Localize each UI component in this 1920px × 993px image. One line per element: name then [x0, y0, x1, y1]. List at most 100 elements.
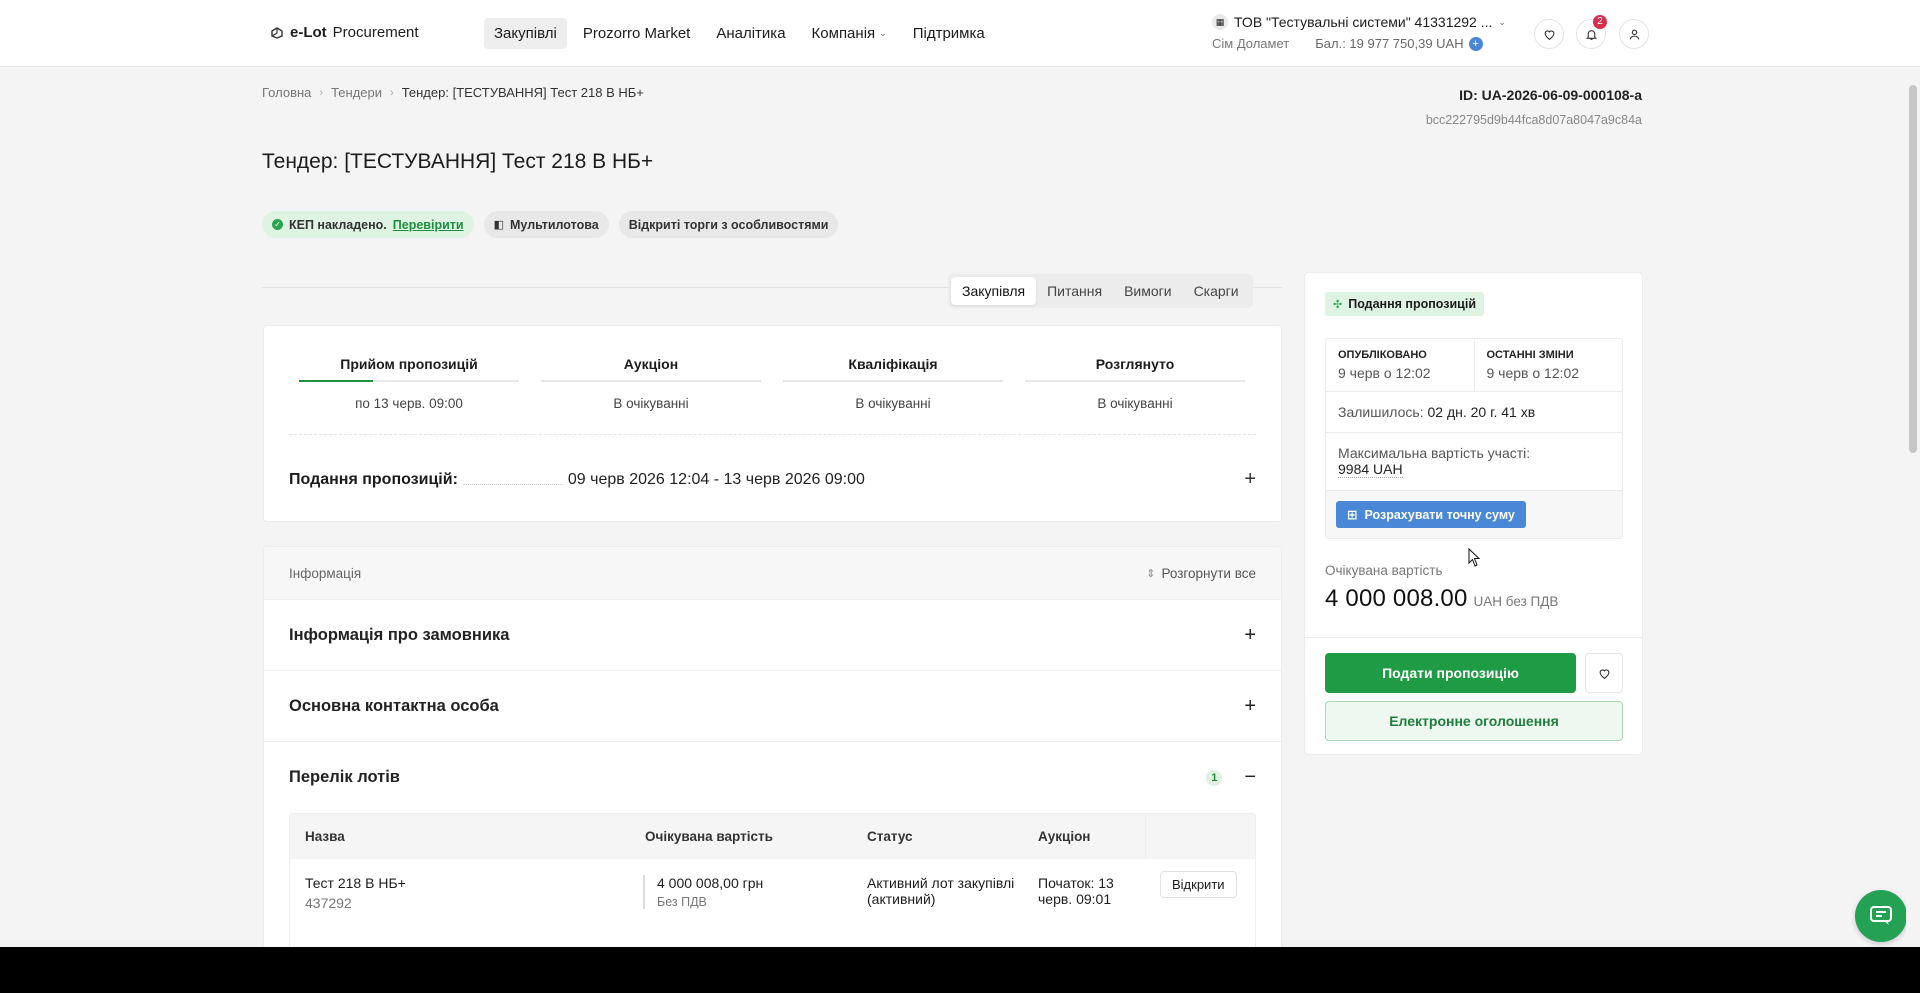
- kep-label: КЕП накладено.: [289, 217, 387, 232]
- kep-verify-link[interactable]: Перевірити: [393, 218, 464, 232]
- logo-rest: Procurement: [332, 24, 419, 41]
- tender-sidebar: ✣ Подання пропозицій ОПУБЛІКОВАНО 9 черв…: [1304, 272, 1643, 755]
- stage-auction: Аукціон В очікуванні: [541, 346, 761, 411]
- mouse-cursor-icon: [1468, 548, 1481, 567]
- accordion-title: Основна контактна особа: [289, 696, 499, 715]
- calculate-sum-label: Розрахувати точну суму: [1364, 507, 1515, 522]
- breadcrumb-home[interactable]: Головна: [262, 85, 311, 100]
- accordion-lots[interactable]: Перелік лотів 1 −: [264, 742, 1281, 813]
- chevron-down-icon: ⌄: [1498, 16, 1506, 27]
- column-header-actions: [1145, 814, 1255, 859]
- tab-procurement[interactable]: Закупівля: [951, 277, 1037, 305]
- expected-value: 4 000 008.00 UAH без ПДВ: [1325, 585, 1558, 613]
- scrollbar[interactable]: [1906, 67, 1920, 947]
- stage-sub: В очікуванні: [1097, 396, 1173, 411]
- stage-title: Кваліфікація: [783, 346, 1003, 382]
- remaining-label: Залишилось:: [1338, 404, 1424, 420]
- procedure-tag: Відкриті торги з особливостями: [618, 211, 839, 238]
- building-icon: ▦: [1212, 14, 1228, 30]
- table-header-row: Назва Очікувана вартість Статус Аукціон: [290, 814, 1255, 859]
- tab-requirements[interactable]: Вимоги: [1113, 277, 1183, 305]
- accordion-customer[interactable]: Інформація про замовника +: [264, 600, 1281, 671]
- nav-support[interactable]: Підтримка: [903, 18, 995, 49]
- changed-label: ОСТАННІ ЗМІНИ: [1486, 349, 1574, 361]
- tender-hash[interactable]: bcc222795d9b44fca8d07a8047a9c84a: [1426, 113, 1642, 127]
- tab-questions[interactable]: Питання: [1036, 277, 1113, 305]
- main-nav: Закупівлі Prozorro Market Аналітика Комп…: [484, 18, 995, 49]
- divider: [289, 434, 1256, 435]
- minus-icon: −: [1244, 766, 1256, 788]
- chevron-right-icon: ›: [390, 86, 394, 99]
- chevron-down-icon: ⌄: [879, 28, 887, 38]
- status-label: Подання пропозицій: [1348, 297, 1477, 311]
- e-notice-button[interactable]: Електронне оголошення: [1325, 701, 1623, 741]
- plus-icon: +: [1244, 623, 1256, 646]
- tab-complaints[interactable]: Скарги: [1183, 277, 1250, 305]
- accordion-contact[interactable]: Основна контактна особа +: [264, 671, 1281, 742]
- breadcrumb-tenders[interactable]: Тендери: [331, 85, 382, 100]
- profile-button[interactable]: [1619, 19, 1649, 49]
- lot-price: 4 000 008,00 грн: [657, 875, 764, 891]
- bell-icon: [1585, 29, 1597, 40]
- stage-sub: В очікуванні: [855, 396, 931, 411]
- changed-info: ОСТАННІ ЗМІНИ 9 черв о 12:02: [1473, 339, 1623, 391]
- breadcrumb-current: Тендер: [ТЕСТУВАННЯ] Тест 218 В НБ+: [401, 85, 644, 100]
- column-header: Статус: [867, 829, 913, 844]
- published-label: ОПУБЛІКОВАНО: [1338, 349, 1427, 361]
- favorites-button[interactable]: [1534, 19, 1564, 49]
- app-logo[interactable]: e-Lot Procurement: [270, 24, 419, 41]
- tender-id[interactable]: ID: UA-2026-06-09-000108-a: [1426, 87, 1642, 103]
- expected-amount: 4 000 008.00: [1325, 585, 1468, 612]
- expand-all-label: Розгорнути все: [1161, 565, 1256, 581]
- tender-meta: ОПУБЛІКОВАНО 9 черв о 12:02 ОСТАННІ ЗМІН…: [1325, 338, 1623, 539]
- plus-icon[interactable]: +: [1244, 468, 1256, 491]
- stage-reviewed: Розглянуто В очікуванні: [1025, 346, 1245, 411]
- dotted-leader: [462, 475, 563, 485]
- chat-icon: [1870, 906, 1892, 925]
- multilot-tag: ◧ Мультилотова: [483, 211, 609, 238]
- plus-icon: +: [1244, 694, 1256, 717]
- tender-tags: ✓ КЕП накладено. Перевірити ◧ Мультилото…: [262, 211, 839, 238]
- user-name: Сім Доламет: [1212, 36, 1290, 51]
- nav-prozorro-market[interactable]: Prozorro Market: [573, 18, 701, 49]
- lot-code: 437292: [305, 895, 352, 911]
- nav-analytics[interactable]: Аналітика: [706, 18, 795, 49]
- expected-currency: UAH без ПДВ: [1473, 594, 1559, 609]
- expand-all-button[interactable]: ⇕ Розгорнути все: [1146, 566, 1256, 581]
- notifications-button[interactable]: 2: [1576, 15, 1607, 49]
- chat-button[interactable]: [1855, 890, 1907, 942]
- max-cost-value: 9984 UAH: [1338, 461, 1403, 478]
- open-lot-button[interactable]: Відкрити: [1160, 871, 1237, 898]
- stage-title: Прийом пропозицій: [299, 346, 519, 382]
- top-header: e-Lot Procurement Закупівлі Prozorro Mar…: [0, 0, 1920, 67]
- expected-value-label: Очікувана вартість: [1325, 563, 1443, 578]
- changed-value: 9 черв о 12:02: [1486, 365, 1580, 381]
- expand-icon: ⇕: [1146, 567, 1156, 580]
- stage-title: Аукціон: [541, 346, 761, 382]
- add-balance-icon[interactable]: +: [1468, 36, 1483, 51]
- status-badge: ✣ Подання пропозицій: [1325, 292, 1485, 316]
- accordion-title: Інформація про замовника: [289, 625, 510, 644]
- nav-procurements[interactable]: Закупівлі: [484, 18, 567, 49]
- scrollbar-thumb[interactable]: [1909, 85, 1917, 453]
- page-title: Тендер: [ТЕСТУВАННЯ] Тест 218 В НБ+: [262, 150, 654, 173]
- notifications-badge: 2: [1593, 15, 1607, 29]
- stages-timeline: Прийом пропозицій по 13 черв. 09:00 Аукц…: [299, 346, 1245, 411]
- remaining-value: 02 дн. 20 г. 41 хв: [1427, 404, 1536, 420]
- company-switcher[interactable]: ▦ ТОВ "Тестувальні системи" 41331292 ...…: [1212, 14, 1506, 51]
- submission-period-row[interactable]: Подання пропозицій: 09 черв 2026 12:04 -…: [289, 468, 1256, 491]
- submission-period: 09 черв 2026 12:04 - 13 черв 2026 09:00: [567, 470, 865, 488]
- add-to-favorites-button[interactable]: [1585, 653, 1623, 693]
- info-card: Інформація ⇕ Розгорнути все Інформація п…: [263, 546, 1282, 966]
- nav-company-label: Компанія: [811, 25, 876, 42]
- accordion-title: Перелік лотів: [289, 768, 400, 786]
- calculate-sum-button[interactable]: ⊞ Розрахувати точну суму: [1336, 501, 1526, 528]
- published-info: ОПУБЛІКОВАНО 9 черв о 12:02: [1326, 339, 1474, 391]
- breadcrumb: Головна › Тендери › Тендер: [ТЕСТУВАННЯ]…: [262, 85, 644, 100]
- column-header: Очікувана вартість: [645, 829, 773, 844]
- heart-icon: [1544, 29, 1554, 40]
- submit-proposal-button[interactable]: Подати пропозицію: [1325, 653, 1576, 693]
- company-name: ТОВ "Тестувальні системи" 41331292 ...: [1234, 14, 1493, 30]
- kep-tag: ✓ КЕП накладено. Перевірити: [262, 211, 474, 238]
- nav-company[interactable]: Компанія ⌄: [802, 18, 897, 49]
